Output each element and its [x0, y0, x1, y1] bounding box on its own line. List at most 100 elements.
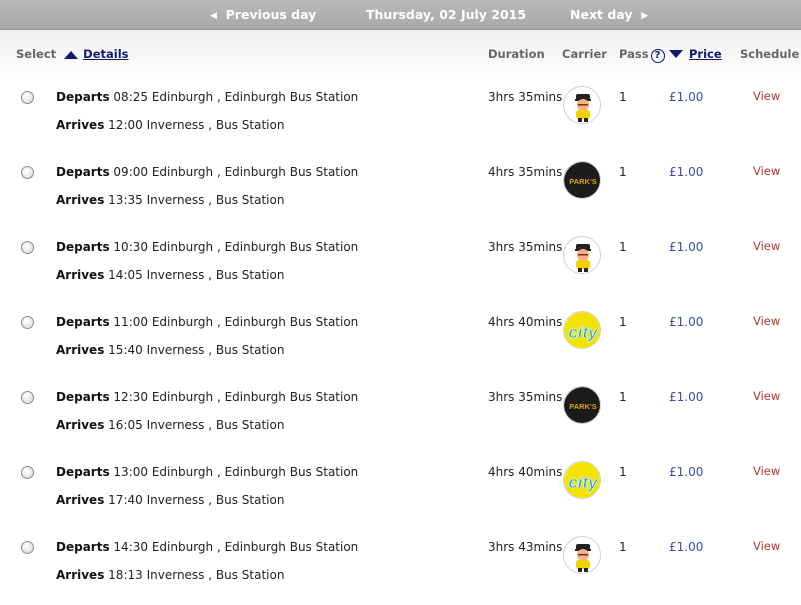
details-sort-link[interactable]: Details: [83, 47, 128, 61]
arrives-label: Arrives: [56, 418, 105, 432]
departure-line: Departs 09:00 Edinburgh , Edinburgh Bus …: [56, 165, 358, 179]
journey-row: Departs 14:30 Edinburgh , Edinburgh Bus …: [0, 530, 801, 605]
arrive-place: Inverness , Bus Station: [146, 418, 285, 432]
select-journey-radio[interactable]: [21, 316, 34, 329]
arrive-place: Inverness , Bus Station: [146, 568, 285, 582]
departure-line: Departs 11:00 Edinburgh , Edinburgh Bus …: [56, 315, 358, 329]
carrier-logo-mascot: [563, 86, 601, 124]
select-journey-radio[interactable]: [21, 466, 34, 479]
departs-label: Departs: [56, 240, 110, 254]
journey-row: Departs 10:30 Edinburgh , Edinburgh Bus …: [0, 230, 801, 305]
arrive-place: Inverness , Bus Station: [146, 118, 285, 132]
svg-text:PARK'S: PARK'S: [569, 177, 596, 186]
select-journey-radio[interactable]: [21, 166, 34, 179]
svg-text:city: city: [568, 323, 599, 342]
arrive-time: 16:05: [108, 418, 143, 432]
next-day-label: Next day: [570, 7, 633, 22]
depart-place: Edinburgh , Edinburgh Bus Station: [151, 540, 359, 554]
header-schedule: Schedule: [740, 47, 800, 61]
fare-price: £1.00: [669, 390, 704, 404]
select-journey-radio[interactable]: [21, 541, 34, 554]
view-schedule-link[interactable]: View: [753, 464, 780, 478]
journey-results-list: Departs 08:25 Edinburgh , Edinburgh Bus …: [0, 80, 801, 605]
pass-count: 1: [619, 165, 627, 179]
help-icon[interactable]: ?: [650, 49, 665, 63]
departs-label: Departs: [56, 90, 110, 104]
pass-count: 1: [619, 90, 627, 104]
arrive-place: Inverness , Bus Station: [146, 193, 285, 207]
view-schedule-link[interactable]: View: [753, 539, 780, 553]
depart-place: Edinburgh , Edinburgh Bus Station: [151, 390, 359, 404]
arrival-line: Arrives 18:13 Inverness , Bus Station: [56, 568, 284, 582]
arrival-line: Arrives 16:05 Inverness , Bus Station: [56, 418, 284, 432]
depart-place: Edinburgh , Edinburgh Bus Station: [151, 315, 359, 329]
arrives-label: Arrives: [56, 118, 105, 132]
fare-price: £1.00: [669, 240, 704, 254]
journey-row: Departs 11:00 Edinburgh , Edinburgh Bus …: [0, 305, 801, 380]
depart-place: Edinburgh , Edinburgh Bus Station: [151, 165, 359, 179]
header-pass-label: Pass: [619, 47, 649, 61]
sort-down-arrow-icon[interactable]: [669, 50, 683, 58]
fare-price: £1.00: [669, 315, 704, 329]
depart-place: Edinburgh , Edinburgh Bus Station: [151, 90, 359, 104]
arrives-label: Arrives: [56, 568, 105, 582]
departure-line: Departs 08:25 Edinburgh , Edinburgh Bus …: [56, 90, 358, 104]
arrive-place: Inverness , Bus Station: [146, 493, 285, 507]
fare-price: £1.00: [669, 465, 704, 479]
departs-label: Departs: [56, 540, 110, 554]
select-journey-radio[interactable]: [21, 241, 34, 254]
view-schedule-link[interactable]: View: [753, 89, 780, 103]
depart-time: 13:00: [113, 465, 149, 479]
previous-day-link[interactable]: ◀ Previous day: [210, 7, 316, 22]
view-schedule-link[interactable]: View: [753, 239, 780, 253]
arrives-label: Arrives: [56, 193, 105, 207]
carrier-logo-mascot: [563, 536, 601, 574]
departure-line: Departs 10:30 Edinburgh , Edinburgh Bus …: [56, 240, 358, 254]
view-schedule-link[interactable]: View: [753, 164, 780, 178]
arrive-place: Inverness , Bus Station: [146, 268, 285, 282]
svg-text:city: city: [568, 473, 599, 492]
header-duration: Duration: [488, 47, 545, 61]
next-day-link[interactable]: Next day ▶: [570, 7, 648, 22]
fare-price: £1.00: [669, 90, 704, 104]
pass-count: 1: [619, 240, 627, 254]
chevron-left-icon: ◀: [210, 11, 217, 21]
journey-duration: 3hrs 43mins: [488, 540, 563, 554]
depart-time: 08:25: [113, 90, 149, 104]
departs-label: Departs: [56, 315, 110, 329]
pass-count: 1: [619, 540, 627, 554]
depart-time: 12:30: [113, 390, 149, 404]
journey-row: Departs 08:25 Edinburgh , Edinburgh Bus …: [0, 80, 801, 155]
price-sort-link[interactable]: Price: [689, 47, 722, 61]
departs-label: Departs: [56, 390, 110, 404]
depart-time: 14:30: [113, 540, 149, 554]
pass-count: 1: [619, 390, 627, 404]
journey-duration: 3hrs 35mins: [488, 240, 563, 254]
pass-count: 1: [619, 315, 627, 329]
svg-text:PARK'S: PARK'S: [569, 402, 596, 411]
view-schedule-link[interactable]: View: [753, 314, 780, 328]
arrive-time: 18:13: [108, 568, 143, 582]
previous-day-label: Previous day: [225, 7, 317, 22]
header-select: Select Details: [16, 47, 129, 61]
departure-line: Departs 12:30 Edinburgh , Edinburgh Bus …: [56, 390, 358, 404]
select-journey-radio[interactable]: [21, 391, 34, 404]
carrier-logo-city: city: [563, 311, 601, 349]
header-pass: Pass?: [619, 47, 665, 63]
header-price: Price: [669, 47, 722, 61]
carrier-logo-parks: PARK'S: [563, 161, 601, 199]
arrival-line: Arrives 12:00 Inverness , Bus Station: [56, 118, 284, 132]
arrive-time: 12:00: [108, 118, 143, 132]
depart-time: 09:00: [113, 165, 149, 179]
journey-row: Departs 13:00 Edinburgh , Edinburgh Bus …: [0, 455, 801, 530]
arrival-line: Arrives 13:35 Inverness , Bus Station: [56, 193, 284, 207]
header-select-label: Select: [16, 47, 57, 61]
arrive-time: 15:40: [108, 343, 143, 357]
journey-duration: 4hrs 35mins: [488, 165, 563, 179]
select-journey-radio[interactable]: [21, 91, 34, 104]
sort-up-arrow-icon[interactable]: [64, 51, 79, 59]
results-table-header: Select Details Duration Carrier Pass? Pr…: [0, 30, 801, 80]
journey-row: Departs 12:30 Edinburgh , Edinburgh Bus …: [0, 380, 801, 455]
pass-count: 1: [619, 465, 627, 479]
view-schedule-link[interactable]: View: [753, 389, 780, 403]
